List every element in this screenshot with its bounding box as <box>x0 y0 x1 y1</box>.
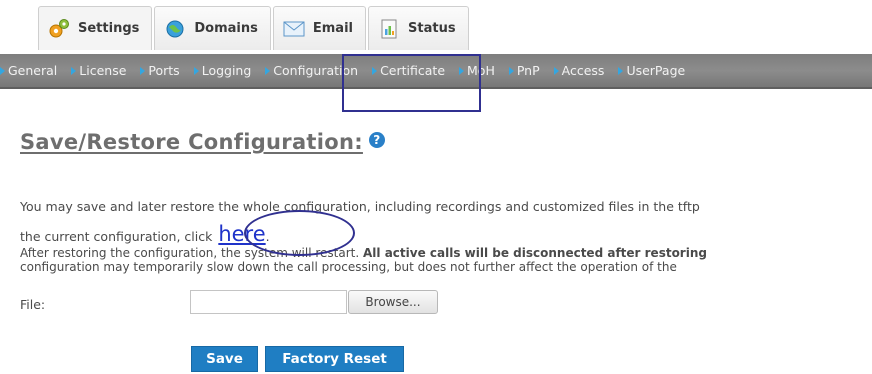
tab-email-label: Email <box>312 21 353 36</box>
arrow-icon <box>0 66 5 75</box>
restore-warning: After restoring the configuration, the s… <box>20 246 707 260</box>
performance-note: configuration may temporarily slow down … <box>20 260 677 274</box>
arrow-icon <box>508 66 514 75</box>
top-tabs: Settings Domains Email Status <box>38 6 469 50</box>
page-title-text: Save/Restore Configuration: <box>20 130 363 154</box>
browse-button[interactable]: Browse... <box>348 290 438 314</box>
restore-warning-bold: All active calls will be disconnected af… <box>363 246 707 260</box>
description-text: You may save and later restore the whole… <box>20 199 700 214</box>
subnav-license[interactable]: License <box>71 63 126 78</box>
subnav-label: UserPage <box>626 63 686 78</box>
subnav-label: PnP <box>516 63 540 78</box>
subnav-label: Logging <box>201 63 252 78</box>
settings-icon <box>47 17 71 41</box>
file-label: File: <box>20 297 46 312</box>
subnav-label: License <box>79 63 127 78</box>
subnav-label: Ports <box>148 63 180 78</box>
page-title: Save/Restore Configuration: ? <box>20 130 385 154</box>
here-highlight-annotation <box>244 210 355 256</box>
tab-domains[interactable]: Domains <box>154 6 271 50</box>
tab-status[interactable]: Status <box>368 6 469 50</box>
file-path-input[interactable] <box>190 290 347 314</box>
email-icon <box>282 17 306 41</box>
arrow-icon <box>193 66 199 75</box>
subnav-pnp[interactable]: PnP <box>508 63 540 78</box>
arrow-icon <box>618 66 624 75</box>
tab-settings-label: Settings <box>78 21 140 36</box>
tab-settings[interactable]: Settings <box>38 6 153 50</box>
download-line: the current configuration, click here. <box>20 222 270 246</box>
subnav-logging[interactable]: Logging <box>193 63 252 78</box>
save-button[interactable]: Save <box>191 346 258 372</box>
subnav-label: Access <box>561 63 605 78</box>
arrow-icon <box>265 66 271 75</box>
status-icon <box>377 17 401 41</box>
tab-domains-label: Domains <box>194 21 258 36</box>
arrow-icon <box>71 66 77 75</box>
tab-email[interactable]: Email <box>272 6 366 50</box>
arrow-icon <box>553 66 559 75</box>
help-icon[interactable]: ? <box>368 132 385 148</box>
subnav-userpage[interactable]: UserPage <box>618 63 685 78</box>
factory-reset-button[interactable]: Factory Reset <box>265 346 404 372</box>
subnav-general[interactable]: General <box>0 63 57 78</box>
subnav-label: General <box>8 63 58 78</box>
tab-status-label: Status <box>408 21 456 36</box>
download-line-prefix: the current configuration, click <box>20 229 217 244</box>
configuration-highlight-annotation <box>342 54 481 112</box>
subnav-access[interactable]: Access <box>553 63 605 78</box>
arrow-icon <box>140 66 146 75</box>
domains-icon <box>163 17 187 41</box>
subnav-ports[interactable]: Ports <box>140 63 180 78</box>
